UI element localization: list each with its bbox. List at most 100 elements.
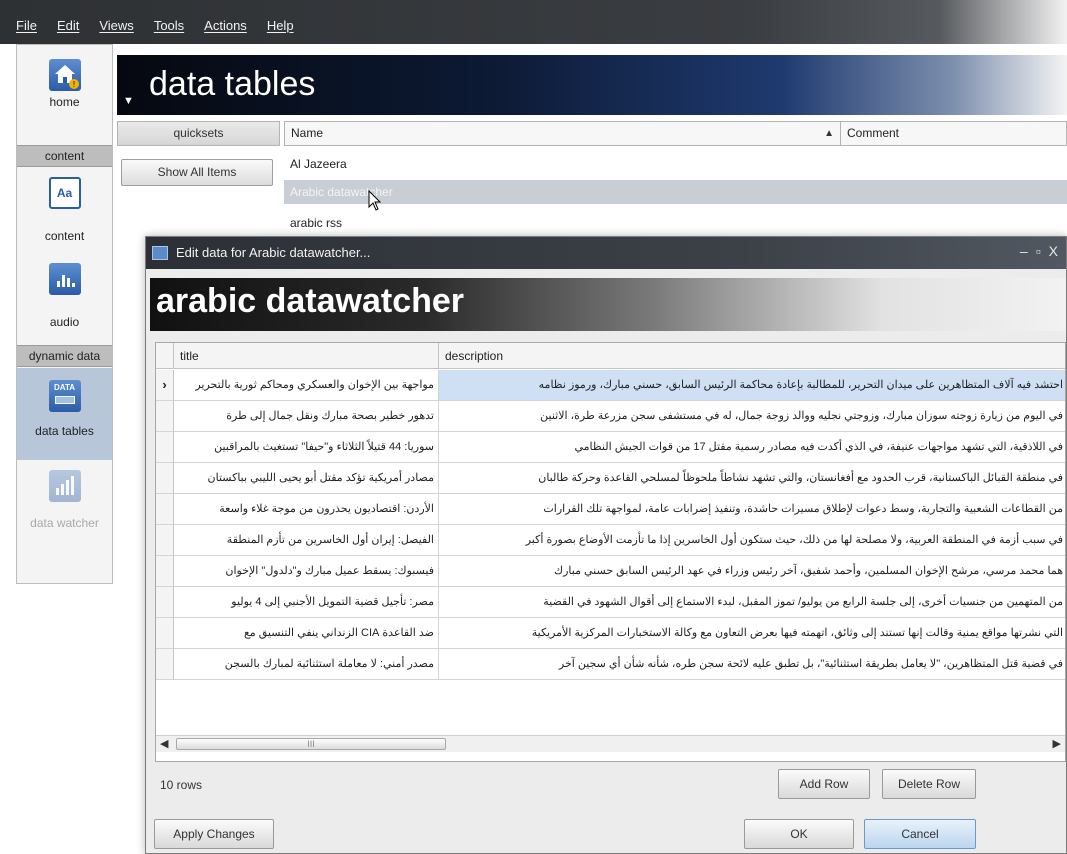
row-selector[interactable] (156, 556, 174, 586)
description-cell[interactable]: من المتهمين من جنسيات أخرى، إلى جلسة الر… (439, 587, 1065, 617)
description-cell[interactable]: في منطقة القبائل الباكستانية، قرب الحدود… (439, 463, 1065, 493)
table-row[interactable]: مصر: تأجيل قضية التمويل الأجنبي إلى 4 يو… (156, 587, 1065, 618)
table-row[interactable]: › مواجهة بين الإخوان والعسكري ومحاكم ثور… (156, 370, 1065, 401)
quicksets-header: quicksets (117, 121, 280, 146)
title-cell[interactable]: سوريا: 44 قتيلاً الثلاثاء و"حيفا" تستغيث… (174, 432, 439, 462)
menu-views[interactable]: Views (99, 18, 133, 33)
menu-bar: File Edit Views Tools Actions Help (0, 0, 1067, 44)
description-cell[interactable]: التي نشرتها مواقع يمنية وقالت إنها تستند… (439, 618, 1065, 648)
content-icon: Aa (48, 177, 81, 209)
sidebar-item-data-tables[interactable]: DATA data tables (17, 368, 112, 460)
row-selector[interactable] (156, 432, 174, 462)
title-cell[interactable]: ضد القاعدة CIA الزنداني ينفي التنسيق مع (174, 618, 439, 648)
table-row[interactable]: فيسبوك: يسقط عميل مبارك و"دلدول" الإخوان… (156, 556, 1065, 587)
home-icon: ! (48, 59, 81, 91)
sidebar: ! home content Aa content audio dynamic … (16, 44, 113, 584)
sidebar-label-data-tables: data tables (35, 424, 94, 438)
dialog-banner: arabic datawatcher (150, 278, 1066, 331)
maximize-icon[interactable]: ▫ (1036, 243, 1041, 259)
table-row[interactable]: مصادر أمريكية تؤكد مقتل أبو يحيى الليبي … (156, 463, 1065, 494)
description-cell[interactable]: في سبب أزمة في المنطقة العربية، ولا مصلح… (439, 525, 1065, 555)
menu-tools[interactable]: Tools (154, 18, 184, 33)
name-column-header[interactable]: Name ▲ (284, 121, 841, 146)
table-row[interactable]: ضد القاعدة CIA الزنداني ينفي التنسيق مع … (156, 618, 1065, 649)
title-cell[interactable]: فيسبوك: يسقط عميل مبارك و"دلدول" الإخوان (174, 556, 439, 586)
description-cell[interactable]: هما محمد مرسي، مرشح الإخوان المسلمين، وأ… (439, 556, 1065, 586)
sort-ascending-icon: ▲ (824, 128, 834, 139)
table-row[interactable]: مصدر أمني: لا معاملة استثنائية لمبارك با… (156, 649, 1065, 680)
row-selector[interactable] (156, 525, 174, 555)
title-cell[interactable]: مصر: تأجيل قضية التمويل الأجنبي إلى 4 يو… (174, 587, 439, 617)
title-cell[interactable]: تدهور خطير بصحة مبارك ونقل جمال إلى طرة (174, 401, 439, 431)
table-row[interactable]: تدهور خطير بصحة مبارك ونقل جمال إلى طرة … (156, 401, 1065, 432)
title-cell[interactable]: مصدر أمني: لا معاملة استثنائية لمبارك با… (174, 649, 439, 679)
list-item-selected[interactable]: Arabic datawatcher (284, 180, 1067, 204)
title-column-header[interactable]: title (174, 343, 439, 369)
show-all-items-button[interactable]: Show All Items (121, 159, 273, 186)
menu-actions[interactable]: Actions (204, 18, 247, 33)
description-cell[interactable]: من القطاعات الشعبية والتجارية، وسط دعوات… (439, 494, 1065, 524)
ok-button[interactable]: OK (744, 819, 854, 849)
sidebar-item-audio[interactable]: audio (17, 263, 112, 329)
scrollbar-thumb[interactable]: III (176, 738, 446, 750)
dialog-titlebar[interactable]: Edit data for Arabic datawatcher... – ▫ … (146, 237, 1066, 269)
description-column-header[interactable]: description (439, 343, 1065, 369)
data-watcher-icon (48, 470, 81, 502)
row-selector-header (156, 343, 174, 369)
menu-edit[interactable]: Edit (57, 18, 79, 33)
audio-icon (48, 263, 81, 295)
data-tables-icon: DATA (48, 380, 81, 412)
title-cell[interactable]: مصادر أمريكية تؤكد مقتل أبو يحيى الليبي … (174, 463, 439, 493)
row-count: 10 rows (160, 778, 203, 792)
menu-file[interactable]: File (16, 18, 37, 33)
description-cell[interactable]: في اليوم من زيارة زوجته سوزان مبارك، وزو… (439, 401, 1065, 431)
horizontal-scrollbar[interactable]: ◀ III ▶ (156, 735, 1065, 752)
sidebar-label-content: content (44, 229, 85, 243)
row-selector[interactable] (156, 587, 174, 617)
sidebar-item-content[interactable]: Aa content (17, 177, 112, 243)
list-item[interactable]: Al Jazeera (284, 152, 1067, 176)
row-selector[interactable] (156, 649, 174, 679)
app-window: File Edit Views Tools Actions Help ! hom… (0, 0, 1067, 854)
table-row[interactable]: الأردن: اقتصاديون يحذرون من موجة غلاء وا… (156, 494, 1065, 525)
description-cell[interactable]: احتشد فيه آلاف المتظاهرين على ميدان التح… (439, 370, 1065, 400)
scroll-right-arrow-icon[interactable]: ▶ (1053, 737, 1061, 750)
description-cell[interactable]: في قضية قتل المتظاهرين، "لا يعامل بطريقة… (439, 649, 1065, 679)
sidebar-section-dynamic-data: dynamic data (17, 345, 112, 367)
table-row[interactable]: سوريا: 44 قتيلاً الثلاثاء و"حيفا" تستغيث… (156, 432, 1065, 463)
cancel-button[interactable]: Cancel (864, 819, 976, 849)
minimize-icon[interactable]: – (1020, 243, 1028, 259)
page-banner: ▼ data tables (117, 55, 1067, 115)
apply-changes-button[interactable]: Apply Changes (154, 819, 274, 849)
row-selector[interactable] (156, 401, 174, 431)
edit-data-dialog: Edit data for Arabic datawatcher... – ▫ … (145, 236, 1067, 854)
sidebar-label-audio: audio (49, 315, 80, 329)
title-cell[interactable]: مواجهة بين الإخوان والعسكري ومحاكم ثورية… (174, 370, 439, 400)
row-selector[interactable] (156, 494, 174, 524)
title-cell[interactable]: الأردن: اقتصاديون يحذرون من موجة غلاء وا… (174, 494, 439, 524)
list-item[interactable]: arabic rss (284, 211, 1067, 235)
scroll-left-arrow-icon[interactable]: ◀ (160, 737, 168, 750)
table-icon (152, 246, 168, 260)
dialog-title: Edit data for Arabic datawatcher... (176, 245, 371, 260)
description-cell[interactable]: في اللاذقية، التي تشهد مواجهات عنيفة، في… (439, 432, 1065, 462)
data-tables-icon-text: DATA (53, 383, 76, 392)
comment-column-header[interactable]: Comment (841, 121, 1067, 146)
close-icon[interactable]: X (1049, 243, 1058, 259)
row-selector[interactable] (156, 463, 174, 493)
svg-text:!: ! (72, 80, 74, 89)
dialog-banner-title: arabic datawatcher (156, 282, 465, 320)
title-cell[interactable]: الفيصل: إيران أول الخاسرين من تأزم المنط… (174, 525, 439, 555)
menu-help[interactable]: Help (267, 18, 294, 33)
sidebar-label-home: home (49, 95, 80, 109)
table-row[interactable]: الفيصل: إيران أول الخاسرين من تأزم المنط… (156, 525, 1065, 556)
row-selector[interactable] (156, 618, 174, 648)
collapse-caret-icon[interactable]: ▼ (123, 95, 134, 107)
sidebar-label-data-watcher: data watcher (30, 516, 99, 530)
mouse-cursor-icon (368, 190, 382, 211)
sidebar-item-data-watcher[interactable]: data watcher (17, 470, 112, 550)
sidebar-item-home[interactable]: ! home (17, 59, 112, 109)
add-row-button[interactable]: Add Row (778, 769, 870, 799)
page-title: data tables (149, 65, 316, 103)
delete-row-button[interactable]: Delete Row (882, 769, 976, 799)
